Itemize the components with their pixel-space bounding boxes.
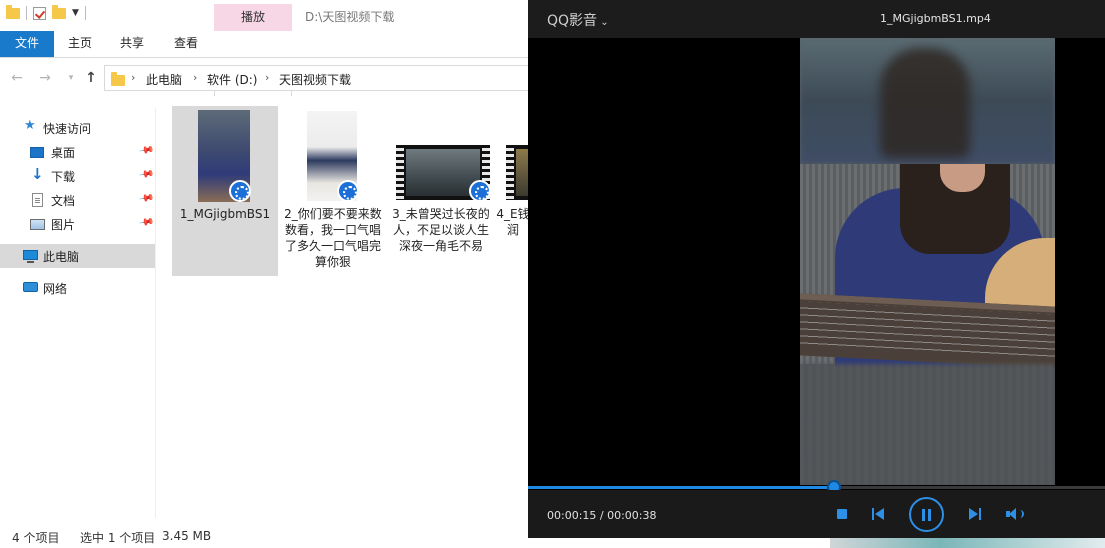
- sidebar-item-network[interactable]: 网络: [0, 276, 155, 300]
- seek-bar[interactable]: [528, 486, 1105, 489]
- qq-player-badge-icon: [229, 180, 251, 202]
- address-bar[interactable]: › 此电脑 › 软件 (D:) › 天图视频下载: [104, 65, 534, 91]
- breadcrumb-drive-d[interactable]: 软件 (D:): [207, 71, 257, 88]
- back-arrow-icon[interactable]: ←: [8, 69, 26, 87]
- player-titlebar: QQ影音 ⌄ 1_MGjigbmBS1.mp4: [528, 0, 1105, 38]
- tab-home[interactable]: 主页: [56, 31, 104, 57]
- forward-arrow-icon[interactable]: →: [36, 69, 54, 87]
- status-bar: 4 个项目 选中 1 个项目 3.45 MB: [0, 524, 528, 548]
- selection-size: 3.45 MB: [162, 529, 212, 543]
- qq-player-window: QQ影音 ⌄ 1_MGjigbmBS1.mp4 00:00:15 / 00:00…: [528, 0, 1105, 538]
- properties-icon[interactable]: [33, 6, 46, 20]
- qq-player-badge-icon: [337, 180, 359, 202]
- previous-icon[interactable]: [872, 508, 885, 520]
- sidebar-item-label: 此电脑: [43, 250, 80, 264]
- folder-icon[interactable]: [6, 4, 20, 19]
- volume-wave-icon: [1019, 510, 1024, 518]
- sidebar-item-downloads[interactable]: ↓ 下载 📌: [0, 164, 155, 188]
- file-name: 2_你们要不要来数数看，我一口气唱了多久一口气唱完算你狠: [284, 207, 382, 269]
- toolbar-divider: [26, 6, 27, 20]
- qq-player-badge-icon: [469, 180, 491, 202]
- video-frame: [516, 149, 528, 196]
- navigation-bar: ← → ▾ ↑ › 此电脑 › 软件 (D:) › 天图视频下载: [0, 59, 534, 97]
- time-display: 00:00:15 / 00:00:38: [547, 509, 657, 522]
- window-title: D:\天图视频下载: [305, 10, 395, 24]
- file-item[interactable]: 4_E钱润: [496, 106, 528, 276]
- pin-icon[interactable]: 📌: [138, 214, 155, 230]
- sidebar-item-documents[interactable]: 文档 📌: [0, 188, 155, 212]
- pictures-icon: [30, 219, 45, 230]
- breadcrumb-current-folder[interactable]: 天图视频下载: [279, 71, 351, 88]
- desktop-background-strip: [528, 538, 1105, 548]
- folder-icon: [111, 72, 125, 86]
- stop-icon[interactable]: [837, 509, 847, 519]
- sidebar-item-label: 快速访问: [43, 122, 92, 136]
- breadcrumb-this-pc[interactable]: 此电脑: [146, 71, 182, 88]
- toolbar-divider: [84, 6, 86, 20]
- pin-icon[interactable]: 📌: [138, 142, 155, 158]
- tab-file[interactable]: 文件: [0, 31, 54, 57]
- breadcrumb-separator-icon[interactable]: ›: [193, 71, 197, 84]
- computer-icon: [23, 250, 38, 263]
- sidebar-item-label: 文档: [51, 194, 76, 208]
- video-frame[interactable]: [800, 38, 1055, 485]
- tab-share[interactable]: 共享: [108, 31, 156, 57]
- pin-icon[interactable]: 📌: [138, 166, 155, 182]
- network-icon: [23, 282, 38, 292]
- sidebar-item-quick-access[interactable]: ★ 快速访问: [0, 116, 155, 140]
- player-brand: QQ影音: [547, 13, 598, 29]
- seek-bar-fill: [528, 486, 834, 489]
- desktop-icon: [30, 147, 44, 158]
- video-detail: [880, 48, 970, 158]
- pin-icon[interactable]: 📌: [138, 190, 155, 206]
- selection-count: 选中 1 个项目: [80, 531, 156, 545]
- pause-icon[interactable]: [909, 497, 944, 532]
- quick-access-toolbar: ▼ 播放 D:\天图视频下载: [0, 0, 528, 31]
- item-count: 4 个项目: [12, 531, 60, 545]
- breadcrumb-separator-icon[interactable]: ›: [131, 71, 135, 84]
- navigation-pane: ★ 快速访问 桌面 📌 ↓ 下载 📌 文档 📌 图片 📌 此电脑 网络: [0, 108, 156, 518]
- player-file-name: 1_MGjigbmBS1.mp4: [880, 12, 991, 25]
- document-icon: [32, 193, 43, 207]
- sidebar-item-label: 图片: [51, 218, 76, 232]
- breadcrumb-separator-icon[interactable]: ›: [265, 71, 269, 84]
- file-name: 3_未曾哭过长夜的人，不足以谈人生深夜一角毛不易: [392, 207, 490, 253]
- next-icon[interactable]: [969, 508, 982, 520]
- star-icon: ★: [24, 118, 36, 133]
- sidebar-item-label: 网络: [43, 282, 68, 296]
- video-segment-bottom: [800, 364, 1055, 485]
- player-controls: 00:00:15 / 00:00:38: [528, 490, 1105, 538]
- file-name: 4_E钱润: [496, 207, 528, 237]
- sidebar-item-this-pc[interactable]: 此电脑: [0, 244, 155, 268]
- file-explorer-window: ▼ 播放 D:\天图视频下载 文件 主页 共享 查看 视频工具 ← → ▾ ↑ …: [0, 0, 534, 548]
- file-item[interactable]: 2_你们要不要来数数看，我一口气唱了多久一口气唱完算你狠: [280, 106, 386, 276]
- recent-locations-chevron-icon[interactable]: ▾: [62, 69, 80, 87]
- ribbon-tabs: 文件 主页 共享 查看 视频工具: [0, 31, 528, 96]
- up-arrow-icon[interactable]: ↑: [82, 69, 100, 87]
- context-tab-play[interactable]: 播放: [214, 4, 292, 31]
- tab-view[interactable]: 查看: [162, 31, 210, 57]
- file-name: 1_MGjigbmBS1: [179, 207, 271, 221]
- download-icon: ↓: [31, 165, 44, 183]
- new-folder-icon[interactable]: [52, 4, 66, 19]
- sidebar-item-label: 桌面: [51, 146, 76, 160]
- video-thumbnail: [506, 145, 528, 200]
- file-item[interactable]: 3_未曾哭过长夜的人，不足以谈人生深夜一角毛不易: [388, 106, 494, 276]
- customize-dropdown-icon[interactable]: ▼: [72, 8, 79, 18]
- sidebar-item-label: 下载: [51, 170, 76, 184]
- sidebar-item-pictures[interactable]: 图片 📌: [0, 212, 155, 236]
- chevron-down-icon: ⌄: [597, 17, 609, 28]
- player-menu-button[interactable]: QQ影音 ⌄: [547, 10, 609, 30]
- sidebar-item-desktop[interactable]: 桌面 📌: [0, 140, 155, 164]
- file-list: 1_MGjigbmBS1 2_你们要不要来数数看，我一口气唱了多久一口气唱完算你…: [160, 100, 528, 520]
- file-item[interactable]: 1_MGjigbmBS1: [172, 106, 278, 276]
